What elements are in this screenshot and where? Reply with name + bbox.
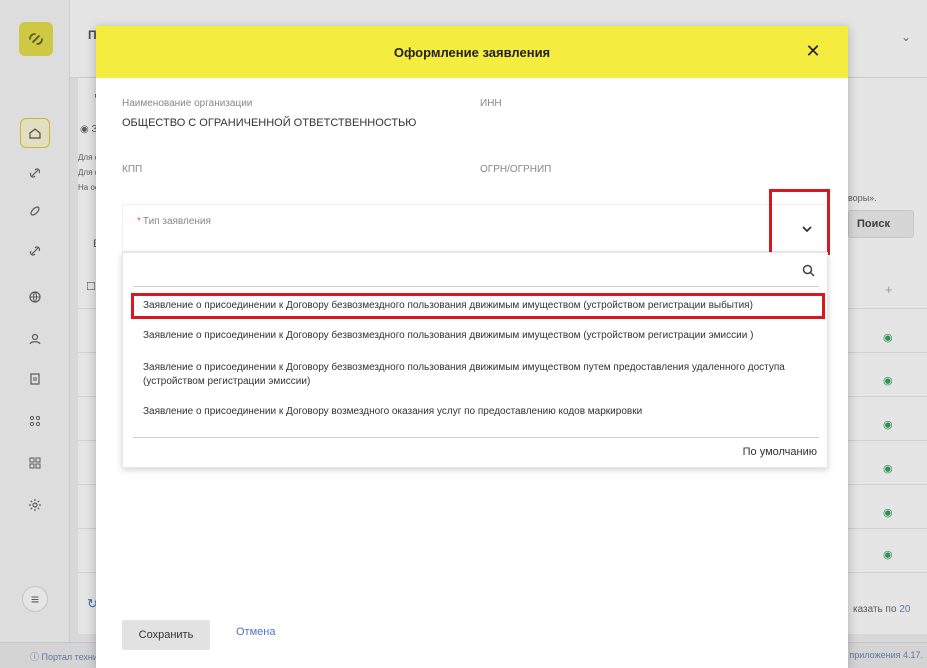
required-mark: * (137, 216, 141, 227)
dropdown-option[interactable]: Заявление о присоединении к Договору воз… (133, 405, 827, 419)
modal-header: Оформление заявления ✕ (96, 26, 848, 78)
inn-label: ИНН (480, 98, 502, 109)
save-button[interactable]: Сохранить (122, 620, 210, 650)
chevron-highlight-box (769, 189, 830, 255)
dropdown-search-input[interactable] (133, 259, 783, 285)
application-modal: Оформление заявления ✕ Наименование орга… (96, 26, 848, 668)
application-type-dropdown: Заявление о присоединении к Договору без… (122, 252, 828, 468)
search-icon[interactable] (802, 264, 815, 280)
dropdown-option[interactable]: Заявление о присоединении к Договору без… (133, 329, 827, 343)
ogrn-label: ОГРН/ОГРНИП (480, 164, 552, 175)
kpp-label: КПП (122, 164, 143, 175)
application-type-select[interactable]: * Тип заявления (122, 204, 828, 252)
application-type-label-text: Тип заявления (142, 216, 211, 227)
cancel-button[interactable]: Отмена (236, 626, 275, 638)
application-type-label: * Тип заявления (137, 216, 211, 227)
org-name-label: Наименование организации (122, 98, 253, 109)
dropdown-divider (133, 437, 819, 438)
close-icon[interactable]: ✕ (802, 40, 824, 62)
dropdown-search (133, 259, 819, 287)
org-name-value: ОБЩЕСТВО С ОГРАНИЧЕННОЙ ОТВЕТСТВЕННОСТЬЮ (122, 117, 417, 129)
dropdown-option[interactable]: Заявление о присоединении к Договору без… (133, 361, 827, 389)
modal-title: Оформление заявления (393, 44, 551, 60)
default-option[interactable]: По умолчанию (743, 446, 817, 458)
dropdown-option[interactable]: Заявление о присоединении к Договору без… (131, 293, 825, 319)
